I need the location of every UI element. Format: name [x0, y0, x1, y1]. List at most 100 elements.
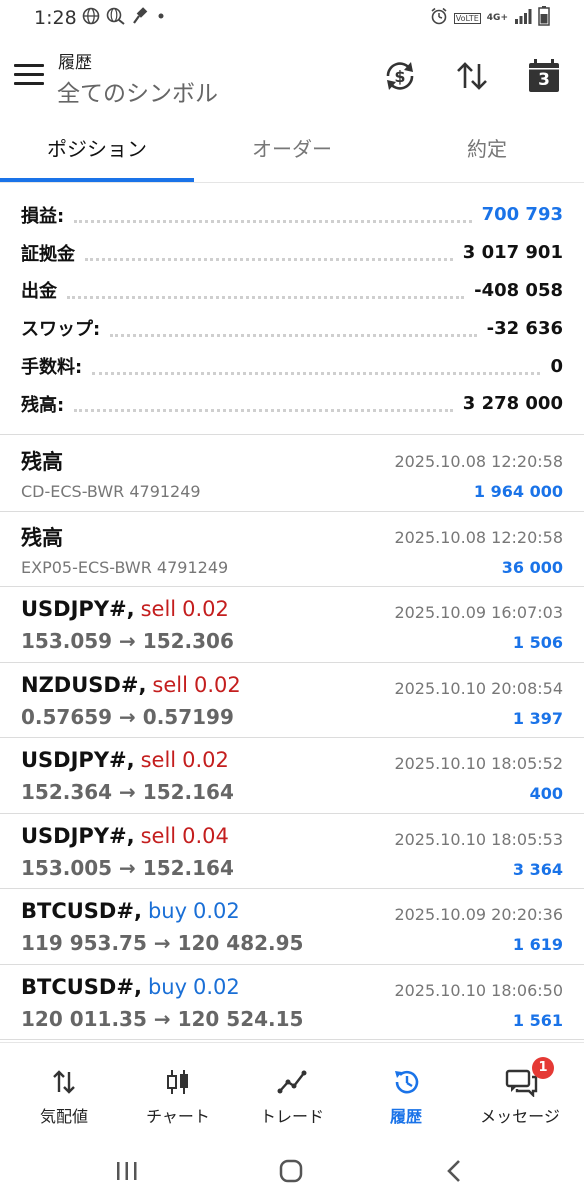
- history-row[interactable]: BTCUSD#, buy 0.02 119 953.75 → 120 482.95 20…: [0, 889, 584, 965]
- tab-bar: ポジション オーダー 約定: [0, 126, 584, 183]
- trade-side: sell: [140, 823, 177, 848]
- calendar-day: 3: [538, 70, 550, 90]
- battery-icon: [538, 6, 550, 30]
- history-time: 2025.10.10 18:05:52: [394, 754, 563, 773]
- summary-label: 残高:: [21, 394, 65, 416]
- history-row[interactable]: 残高 CD-ECS-BWR 4791249 2025.10.08 12:20:58 1…: [0, 436, 584, 512]
- history-detail: 120 011.35 → 120 524.15: [21, 1006, 304, 1031]
- dotted-leader: [92, 370, 541, 375]
- history-amount: 3 364: [512, 859, 563, 879]
- history-detail: 153.005 → 152.164: [21, 855, 234, 880]
- dotted-leader: [85, 256, 453, 262]
- summary-label: スワップ:: [21, 319, 101, 341]
- history-row[interactable]: USDJPY#, sell 0.02 152.364 → 152.164 2025.10…: [0, 738, 584, 814]
- history-amount: 1 397: [512, 708, 563, 728]
- recent-apps-icon[interactable]: [110, 1154, 144, 1188]
- summary-value: 700 793: [481, 204, 563, 226]
- summary-row: 証拠金 3 017 901: [0, 234, 584, 272]
- trade-volume: 0.04: [182, 823, 229, 848]
- nav-chart[interactable]: チャート: [120, 1043, 236, 1143]
- dotted-leader: [74, 407, 453, 413]
- trade-side: buy: [147, 899, 188, 923]
- history-detail: EXP05-ECS-BWR 4791249: [21, 557, 229, 577]
- back-icon[interactable]: [438, 1154, 472, 1188]
- page-title: 履歴: [58, 53, 92, 73]
- home-icon[interactable]: [274, 1154, 308, 1188]
- history-time: 2025.10.10 18:06:50: [394, 980, 563, 1000]
- status-bar: 1:28 VoLTE 4G+: [0, 0, 584, 36]
- history-amount: 1 964 000: [473, 482, 563, 501]
- trade-volume: 0.02: [182, 748, 229, 772]
- calendar-icon[interactable]: 3: [524, 56, 564, 96]
- history-row[interactable]: USDJPY#, sell 0.04 153.005 → 152.164 2025.10…: [0, 814, 584, 889]
- nav-label: 気配値: [39, 1107, 88, 1126]
- globe-icon: [82, 7, 100, 29]
- summary-value: 3 278 000: [462, 393, 563, 415]
- trade-side: sell: [140, 597, 177, 621]
- summary-label: 手数料:: [21, 357, 83, 379]
- quotes-arrows-icon: [49, 1067, 79, 1097]
- menu-icon[interactable]: [14, 64, 44, 88]
- 4g-icon: 4G+: [486, 13, 508, 23]
- history-time: 2025.10.10 20:08:54: [394, 678, 563, 698]
- summary-row: 手数料: 0: [0, 347, 584, 385]
- trade-volume: 0.02: [182, 597, 229, 621]
- history-title-line: NZDUSD#, sell 0.02: [21, 673, 241, 697]
- trade-side: buy: [147, 974, 188, 999]
- tab-positions[interactable]: ポジション: [0, 126, 194, 182]
- nav-label: トレード: [259, 1107, 324, 1126]
- tab-deals[interactable]: 約定: [390, 126, 584, 182]
- summary-row: 出金 -408 058: [0, 272, 584, 310]
- history-time: 2025.10.09 16:07:03: [394, 603, 563, 622]
- svg-text:$: $: [394, 67, 405, 86]
- history-amount: 36 000: [501, 557, 563, 577]
- system-navigation: [0, 1142, 584, 1200]
- message-badge: 1: [532, 1057, 554, 1079]
- summary-label: 証拠金: [21, 243, 75, 265]
- history-list: 残高 CD-ECS-BWR 4791249 2025.10.08 12:20:58 1…: [0, 436, 584, 1040]
- nav-label: チャート: [146, 1107, 210, 1126]
- history-amount: 400: [529, 784, 563, 803]
- summary-value: -32 636: [486, 317, 563, 339]
- history-time: 2025.10.10 18:05:53: [394, 829, 563, 849]
- history-time: 2025.10.09 20:20:36: [394, 905, 563, 924]
- bottom-navigation: 気配値 チャート トレード 履歴 1 メッセージ: [0, 1042, 584, 1143]
- symbol-filter[interactable]: 全てのシンボル: [57, 74, 218, 108]
- history-detail: 119 953.75 → 120 482.95: [21, 931, 304, 955]
- dotted-leader: [74, 218, 472, 224]
- dotted-leader: [67, 294, 465, 299]
- signal-icon: [514, 8, 532, 28]
- history-clock-icon: [391, 1067, 421, 1097]
- nav-trade[interactable]: トレード: [234, 1043, 350, 1143]
- nav-messages[interactable]: 1 メッセージ: [462, 1043, 578, 1143]
- trade-side: sell: [152, 672, 188, 697]
- history-row[interactable]: NZDUSD#, sell 0.02 0.57659 → 0.57199 2025.10…: [0, 663, 584, 738]
- dot-icon: [156, 7, 166, 29]
- history-symbol: 残高: [21, 450, 63, 474]
- globe-search-icon: [106, 7, 126, 29]
- history-symbol: USDJPY#,: [21, 597, 135, 621]
- tab-orders[interactable]: オーダー: [195, 126, 389, 182]
- history-symbol: USDJPY#,: [21, 748, 135, 772]
- status-time: 1:28: [34, 7, 77, 29]
- history-title-line: BTCUSD#, buy 0.02: [21, 975, 240, 999]
- nav-label: 履歴: [389, 1107, 422, 1126]
- history-row[interactable]: 残高 EXP05-ECS-BWR 4791249 2025.10.08 12:20:…: [0, 512, 584, 587]
- nav-history[interactable]: 履歴: [348, 1043, 464, 1143]
- history-row[interactable]: BTCUSD#, buy 0.02 120 011.35 → 120 524.15 20…: [0, 965, 584, 1040]
- summary-row: 残高: 3 278 000: [0, 385, 584, 423]
- summary-divider: [0, 434, 584, 435]
- dotted-leader: [110, 332, 477, 337]
- history-row[interactable]: USDJPY#, sell 0.02 153.059 → 152.306 2025.10…: [0, 587, 584, 663]
- active-tab-indicator: [0, 178, 194, 182]
- trade-side: sell: [140, 748, 177, 772]
- history-symbol: USDJPY#,: [21, 823, 135, 848]
- history-symbol: BTCUSD#,: [21, 899, 142, 923]
- currency-exchange-icon[interactable]: $: [380, 56, 420, 96]
- sort-icon[interactable]: [452, 56, 492, 96]
- nav-label: メッセージ: [480, 1107, 560, 1126]
- summary-value: 0: [550, 355, 563, 377]
- history-detail: 152.364 → 152.164: [21, 780, 234, 804]
- nav-quotes[interactable]: 気配値: [6, 1043, 122, 1143]
- trade-line-icon: [277, 1067, 307, 1097]
